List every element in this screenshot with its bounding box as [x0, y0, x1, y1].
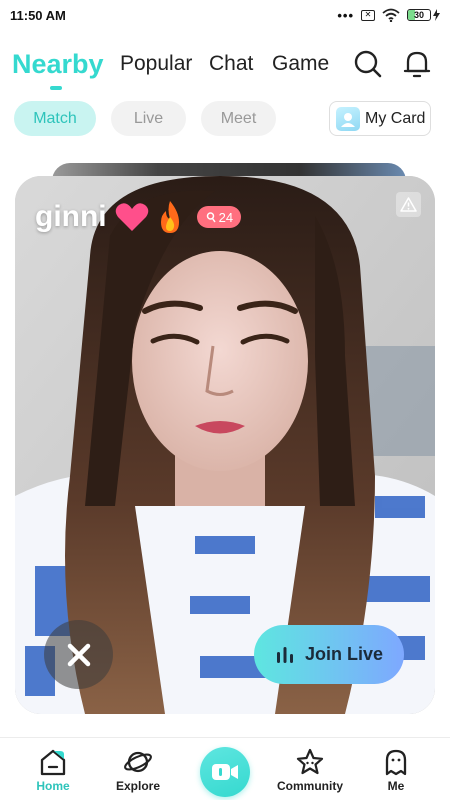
filter-match[interactable]: Match [14, 101, 96, 136]
tab-nearby[interactable]: Nearby [12, 44, 104, 84]
tab-popular[interactable]: Popular [120, 44, 192, 84]
search-button[interactable] [352, 48, 384, 80]
search-icon [354, 50, 382, 78]
more-dots-icon: ••• [337, 7, 354, 23]
tab-game[interactable]: Game [272, 44, 329, 84]
skip-button[interactable] [44, 620, 113, 689]
report-button[interactable] [396, 192, 421, 217]
nav-home-label: Home [36, 779, 70, 793]
star-icon [296, 748, 324, 775]
video-icon [212, 764, 238, 780]
battery-icon: 30 [407, 9, 431, 21]
bell-icon [403, 51, 431, 78]
nav-explore[interactable]: Explore [98, 747, 178, 793]
match-card[interactable]: ginni 24 Join Live [15, 176, 435, 714]
nav-community[interactable]: Community [270, 747, 350, 793]
nav-me[interactable]: Me [356, 747, 436, 793]
join-live-button[interactable]: Join Live [254, 625, 404, 684]
viewer-count-badge: 24 [196, 206, 242, 228]
nav-me-label: Me [387, 779, 405, 793]
tab-chat[interactable]: Chat [209, 44, 253, 84]
my-card-avatar-icon [336, 106, 360, 131]
close-icon [67, 643, 90, 666]
nav-explore-label: Explore [115, 779, 160, 793]
person-icon [206, 211, 216, 222]
filter-live[interactable]: Live [111, 101, 186, 136]
go-live-button[interactable] [200, 747, 250, 797]
flame-icon [160, 201, 179, 233]
status-bar: 11:50 AM ••• ✕ 30 [0, 0, 450, 30]
home-icon [40, 749, 66, 776]
charging-icon [433, 9, 440, 21]
profile-name: ginni [35, 200, 107, 233]
heart-icon [115, 203, 148, 231]
card-header: ginni 24 [35, 200, 242, 234]
sub-filter-bar: Match Live Meet My Card [0, 100, 450, 138]
notifications-button[interactable] [401, 48, 433, 80]
filter-meet[interactable]: Meet [201, 101, 276, 136]
nav-home[interactable]: Home [13, 747, 93, 793]
ghost-icon [385, 749, 407, 776]
top-nav: Nearby Popular Chat Game [0, 44, 450, 90]
active-tab-indicator [50, 86, 62, 90]
viewer-count: 24 [218, 209, 234, 225]
warning-icon [400, 197, 417, 212]
wifi-icon [382, 8, 400, 22]
planet-icon [124, 751, 152, 773]
status-icons: ••• ✕ 30 [337, 8, 440, 23]
sim-icon: ✕ [361, 9, 375, 21]
bottom-nav: Home Explore Community Me [0, 737, 450, 800]
status-time: 11:50 AM [10, 7, 66, 23]
battery-indicator: 30 [407, 9, 440, 21]
join-live-label: Join Live [304, 644, 384, 664]
audio-bars-icon [276, 646, 293, 663]
nav-community-label: Community [277, 779, 343, 793]
my-card-button[interactable]: My Card [329, 101, 431, 136]
battery-level: 30 [413, 10, 424, 20]
my-card-label: My Card [365, 109, 426, 127]
